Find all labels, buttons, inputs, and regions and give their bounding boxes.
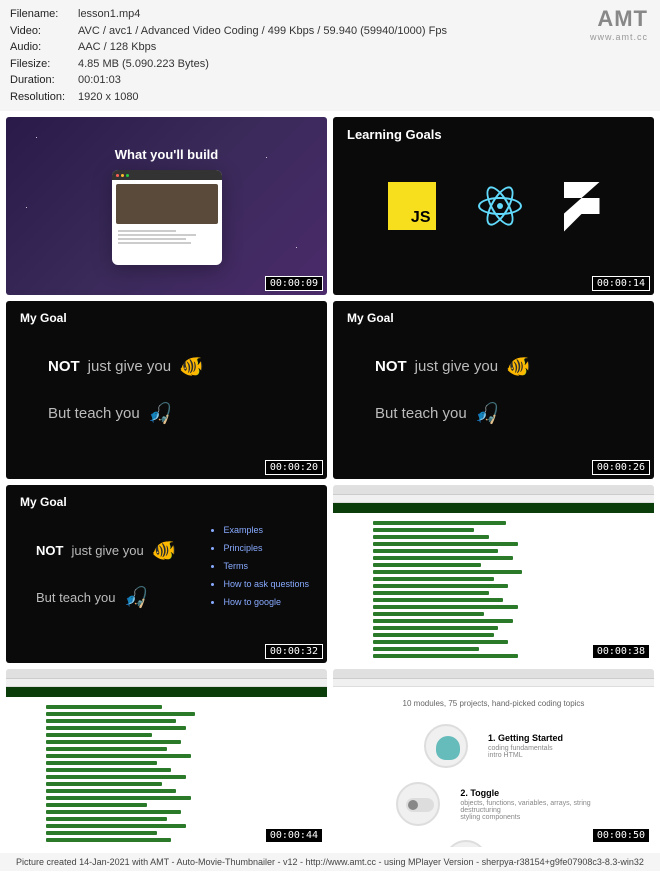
curriculum-list: [333, 513, 654, 663]
thumbnail-5[interactable]: My Goal NOT just give you🐠 But teach you…: [6, 485, 327, 663]
bullet-item: Terms: [223, 561, 309, 571]
fishing-pole-icon: 🎣: [475, 401, 500, 426]
module-3: 3. Slider: [363, 840, 624, 847]
metadata-header: AMT www.amt.cc Filename:lesson1.mp4 Vide…: [0, 0, 660, 111]
timestamp: 00:00:44: [265, 828, 323, 843]
filesize-value: 4.85 MB (5.090.223 Bytes): [78, 56, 209, 73]
logo-text: AMT: [590, 6, 648, 32]
browser-tab-bar: [6, 669, 327, 679]
module-icon: [424, 724, 468, 768]
filename-value: lesson1.mp4: [78, 6, 140, 23]
resolution-label: Resolution:: [10, 89, 78, 106]
duration-value: 00:01:03: [78, 72, 121, 89]
resolution-value: 1920 x 1080: [78, 89, 139, 106]
thumbnail-3[interactable]: My Goal NOT just give you🐠 But teach you…: [6, 301, 327, 479]
browser-address-bar: [333, 495, 654, 503]
amt-logo: AMT www.amt.cc: [590, 6, 648, 42]
slide-title: What you'll build: [115, 147, 218, 162]
browser-address-bar: [6, 679, 327, 687]
module-2: 2. Toggle objects, functions, variables,…: [363, 782, 624, 826]
filename-label: Filename:: [10, 6, 78, 23]
slide-title: Learning Goals: [347, 127, 442, 142]
bullet-item: How to google: [223, 597, 309, 607]
browser-tab-bar: [333, 669, 654, 679]
react-icon: [476, 182, 524, 230]
footer-credits: Picture created 14-Jan-2021 with AMT - A…: [0, 853, 660, 871]
fish-icon: 🐠: [179, 354, 204, 379]
site-nav-bar: [333, 503, 654, 513]
audio-label: Audio:: [10, 39, 78, 56]
module-title: 1. Getting Started: [488, 733, 563, 743]
bullet-item: Examples: [223, 525, 309, 535]
video-label: Video:: [10, 23, 78, 40]
goal-line-1: NOT just give you🐠: [48, 354, 315, 379]
audio-value: AAC / 128 Kbps: [78, 39, 156, 56]
timestamp: 00:00:26: [592, 460, 650, 475]
timestamp: 00:00:20: [265, 460, 323, 475]
curriculum-list: [6, 697, 327, 847]
browser-tab-bar: [333, 485, 654, 495]
module-title: 2. Toggle: [460, 788, 590, 798]
video-value: AVC / avc1 / Advanced Video Coding / 499…: [78, 23, 447, 40]
slide-title: My Goal: [20, 311, 67, 325]
goal-line-2: But teach you🎣: [375, 401, 642, 426]
module-icon: [444, 840, 488, 847]
build-preview-frame: [112, 170, 222, 265]
duration-label: Duration:: [10, 72, 78, 89]
framer-icon: [564, 182, 600, 230]
timestamp: 00:00:09: [265, 276, 323, 291]
filesize-label: Filesize:: [10, 56, 78, 73]
thumbnail-8[interactable]: 10 modules, 75 projects, hand-picked cod…: [333, 669, 654, 847]
timestamp: 00:00:32: [265, 644, 323, 659]
thumbnail-6[interactable]: 00:00:38: [333, 485, 654, 663]
slide-title: My Goal: [20, 495, 67, 509]
curriculum-heading: 10 modules, 75 projects, hand-picked cod…: [363, 699, 624, 708]
timestamp: 00:00:14: [592, 276, 650, 291]
timestamp: 00:00:50: [592, 828, 650, 843]
goal-line-1: NOT just give you🐠: [375, 354, 642, 379]
fishing-pole-icon: 🎣: [148, 401, 173, 426]
bullet-item: Principles: [223, 543, 309, 553]
browser-address-bar: [333, 679, 654, 687]
slide-title: My Goal: [347, 311, 394, 325]
thumbnail-1[interactable]: What you'll build 00:00:09: [6, 117, 327, 295]
thumbnail-7[interactable]: 00:00:44: [6, 669, 327, 847]
site-nav-bar: [6, 687, 327, 697]
javascript-icon: JS: [388, 182, 436, 230]
bullet-list: Examples Principles Terms How to ask que…: [211, 525, 309, 615]
module-icon: [396, 782, 440, 826]
thumbnail-grid: What you'll build 00:00:09 Learning Goal…: [0, 111, 660, 853]
module-1: 1. Getting Started coding fundamentals i…: [363, 724, 624, 768]
thumbnail-2[interactable]: Learning Goals JS 00:00:14: [333, 117, 654, 295]
logo-url: www.amt.cc: [590, 32, 648, 42]
timestamp: 00:00:38: [592, 644, 650, 659]
bullet-item: How to ask questions: [223, 579, 309, 589]
thumbnail-4[interactable]: My Goal NOT just give you🐠 But teach you…: [333, 301, 654, 479]
fish-icon: 🐠: [506, 354, 531, 379]
fishing-pole-icon: 🎣: [124, 585, 149, 610]
fish-icon: 🐠: [152, 538, 177, 563]
goal-line-2: But teach you🎣: [48, 401, 315, 426]
